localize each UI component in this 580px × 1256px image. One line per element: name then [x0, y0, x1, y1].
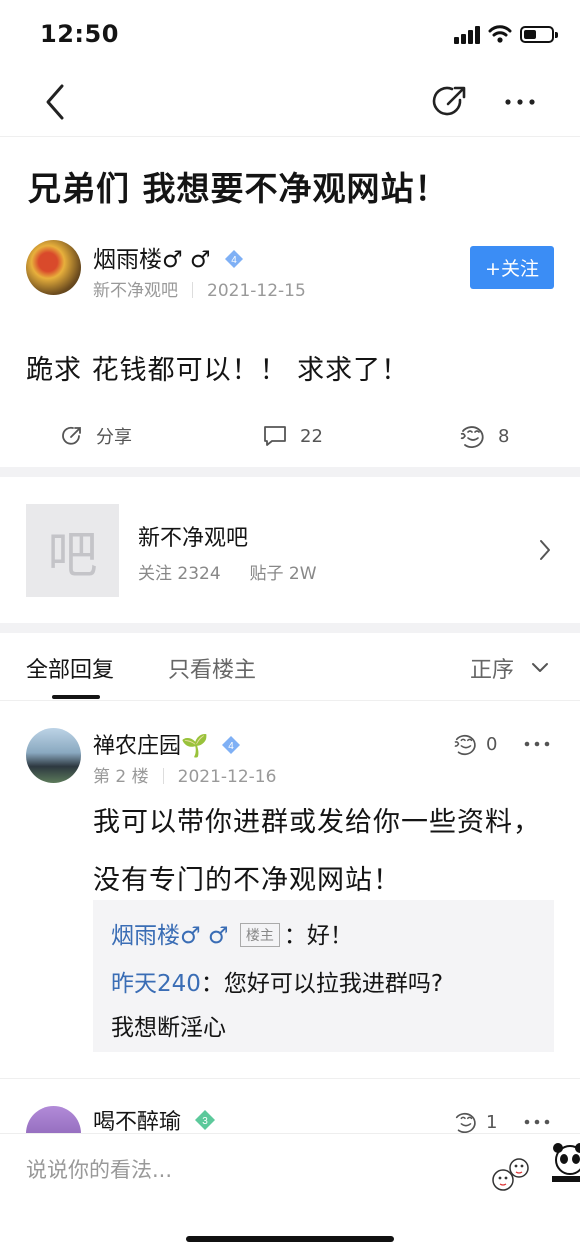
battery-icon	[520, 26, 558, 43]
sub-reply-user[interactable]: 昨天240	[111, 971, 201, 997]
panda-sticker-icon[interactable]	[548, 1140, 580, 1190]
like-face-icon	[460, 426, 484, 448]
nav-divider	[0, 136, 580, 137]
forum-icon: 吧	[26, 504, 119, 597]
share-icon	[62, 426, 81, 445]
author-name-row[interactable]: 烟雨楼♂ ♂ 4	[93, 240, 244, 274]
signal-icon	[454, 26, 482, 44]
sub-reply[interactable]: 昨天240：您好可以拉我进群吗?	[111, 964, 443, 998]
sub-reply-text: ：您好可以拉我进群吗?	[200, 971, 444, 997]
status-time: 12:50	[40, 20, 119, 48]
like-count: 8	[498, 425, 510, 447]
section-divider	[0, 467, 580, 477]
reply-more-icon[interactable]	[522, 734, 552, 754]
follow-button[interactable]: +关注	[470, 246, 554, 289]
sub-reply-continued: 我想断淫心	[111, 1015, 226, 1041]
author-meta: 新不净观吧 2021-12-15	[93, 276, 306, 301]
author-name[interactable]: 烟雨楼♂ ♂	[93, 247, 211, 273]
level-badge-icon: 3	[195, 1110, 216, 1130]
forum-stats: 关注 2324 贴子 2W	[138, 559, 317, 584]
level-badge-icon: 4	[224, 250, 243, 268]
home-indicator	[186, 1236, 394, 1242]
wifi-icon	[488, 25, 512, 43]
sub-reply-user[interactable]: 烟雨楼♂ ♂	[111, 923, 229, 949]
forum-posts: 贴子 2W	[249, 564, 317, 584]
svg-text:4: 4	[231, 255, 237, 266]
svg-text:3: 3	[202, 1116, 208, 1127]
back-icon[interactable]	[40, 82, 74, 122]
sort-label: 正序	[470, 658, 515, 683]
reply-name-row[interactable]: 禅农庄园🌱 4	[93, 728, 241, 760]
tab-all-replies[interactable]: 全部回复	[26, 652, 114, 684]
tabs-divider	[0, 700, 580, 701]
level-badge-icon: 4	[222, 736, 241, 754]
comment-count: 22	[300, 425, 323, 447]
comment-input[interactable]: 说说你的看法...	[26, 1154, 172, 1184]
chevron-right-icon[interactable]	[538, 538, 552, 562]
post-body: 跪求 花钱都可以！！ 求求了！	[26, 355, 410, 386]
reply-like-count: 0	[486, 733, 498, 755]
forum-name[interactable]: 新不净观吧	[138, 520, 248, 552]
share-icon[interactable]	[430, 82, 470, 122]
emoji-sticker-icon[interactable]	[487, 1152, 533, 1198]
reply-meta: 第 2 楼 2021-12-16	[93, 762, 276, 787]
reply-divider	[0, 1078, 580, 1079]
reply-like-count: 1	[486, 1111, 498, 1133]
forum-followers: 关注 2324	[138, 564, 221, 584]
like-face-icon	[454, 734, 476, 756]
svg-text:4: 4	[229, 741, 235, 752]
reply-username[interactable]: 喝不醉瑜	[93, 1110, 181, 1135]
sub-replies-box[interactable]: 烟雨楼♂ ♂ 楼主 ：好！ 昨天240：您好可以拉我进群吗? 我想断淫心	[93, 900, 554, 1052]
comment-action[interactable]: 22	[262, 420, 323, 452]
reply-more-icon[interactable]	[522, 1112, 552, 1132]
like-action[interactable]: 8	[458, 420, 509, 452]
reply-like-button[interactable]: 0	[452, 732, 497, 756]
owner-tag: 楼主	[239, 923, 280, 947]
section-divider	[0, 623, 580, 633]
more-icon[interactable]	[500, 84, 540, 120]
share-action[interactable]: 分享	[60, 420, 132, 452]
reply-name-row[interactable]: 喝不醉瑜 3	[93, 1104, 216, 1136]
share-label: 分享	[96, 427, 132, 448]
active-tab-indicator	[52, 695, 100, 699]
post-date: 2021-12-15	[207, 281, 306, 301]
comment-icon	[264, 426, 286, 446]
sub-reply[interactable]: 烟雨楼♂ ♂ 楼主 ：好！	[111, 916, 353, 950]
reply-avatar[interactable]	[26, 728, 81, 783]
reply-username[interactable]: 禅农庄园🌱	[93, 734, 208, 759]
reply-like-button[interactable]: 1	[452, 1110, 497, 1134]
reply-floor: 第 2 楼	[93, 767, 149, 787]
chevron-down-icon	[532, 663, 549, 672]
post-title: 兄弟们 我想要不净观网站！	[28, 169, 449, 208]
author-forum[interactable]: 新不净观吧	[93, 281, 178, 301]
reply-date: 2021-12-16	[177, 767, 277, 787]
author-avatar[interactable]	[26, 240, 81, 295]
reply-text: 我可以带你进群或发给你一些资料，没有专门的不净观网站！	[93, 807, 541, 896]
like-face-icon	[455, 1112, 476, 1134]
sub-reply-text: ：好！	[283, 923, 353, 949]
tab-owner-only[interactable]: 只看楼主	[168, 652, 256, 684]
sort-dropdown[interactable]: 正序	[470, 652, 550, 684]
